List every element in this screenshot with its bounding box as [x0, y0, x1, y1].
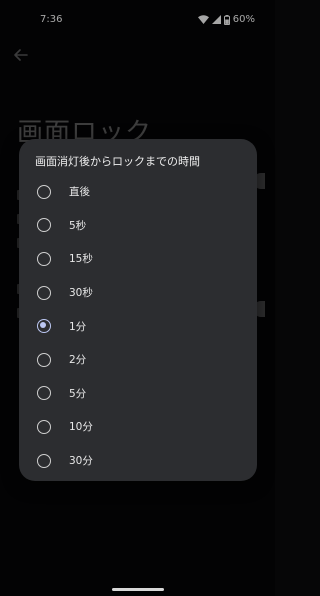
timeout-options-list: 直後 5秒 15秒 30秒 1分 2分 5分 10分 30分 — [19, 175, 257, 477]
radio-button[interactable] — [37, 218, 51, 233]
dialog-title: 画面消灯後からロックまでの時間 — [35, 155, 200, 168]
option-label: 5秒 — [69, 219, 87, 232]
option-label: 5分 — [69, 387, 87, 400]
lock-timeout-dialog: 画面消灯後からロックまでの時間 直後 5秒 15秒 30秒 1分 2分 5分 1… — [19, 139, 257, 481]
option-label: 1分 — [69, 320, 87, 333]
option-1-minute[interactable]: 1分 — [19, 309, 257, 343]
radio-button[interactable] — [37, 285, 51, 300]
radio-button[interactable] — [37, 352, 51, 367]
option-immediately[interactable]: 直後 — [19, 175, 257, 209]
option-label: 10分 — [69, 421, 93, 434]
option-10-minutes[interactable]: 10分 — [19, 410, 257, 444]
option-label: 15秒 — [69, 253, 93, 266]
radio-button-checked[interactable] — [37, 319, 51, 334]
option-30-seconds[interactable]: 30秒 — [19, 276, 257, 310]
option-30-minutes[interactable]: 30分 — [19, 444, 257, 478]
radio-button[interactable] — [37, 184, 51, 199]
home-gesture-bar[interactable] — [112, 588, 164, 591]
option-2-minutes[interactable]: 2分 — [19, 343, 257, 377]
option-label: 直後 — [69, 186, 90, 199]
option-5-minutes[interactable]: 5分 — [19, 377, 257, 411]
radio-button[interactable] — [37, 251, 51, 266]
option-label: 30秒 — [69, 287, 93, 300]
option-label: 2分 — [69, 354, 87, 367]
option-5-seconds[interactable]: 5秒 — [19, 209, 257, 243]
option-15-seconds[interactable]: 15秒 — [19, 242, 257, 276]
radio-button[interactable] — [37, 453, 51, 468]
option-label: 30分 — [69, 455, 93, 468]
radio-button[interactable] — [37, 419, 51, 434]
radio-button[interactable] — [37, 386, 51, 401]
